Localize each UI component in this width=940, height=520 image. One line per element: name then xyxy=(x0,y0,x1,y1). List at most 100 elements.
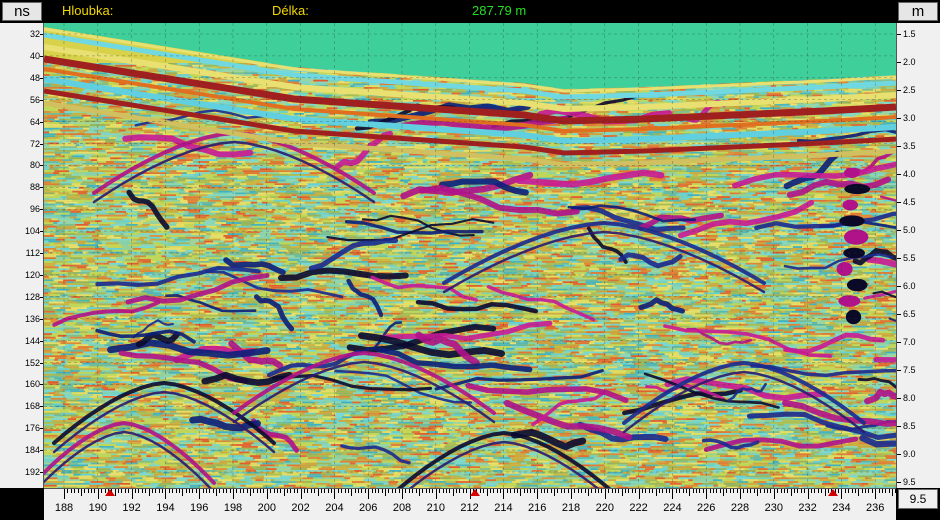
texture-cell xyxy=(99,138,105,141)
texture-cell xyxy=(649,168,665,171)
texture-cell xyxy=(173,107,184,110)
texture-cell xyxy=(273,159,285,161)
texture-cell xyxy=(398,88,413,91)
texture-cell xyxy=(516,96,521,99)
texture-cell xyxy=(368,155,376,158)
texture-cell xyxy=(680,109,692,112)
texture-cell xyxy=(410,155,423,158)
texture-cell xyxy=(731,166,737,169)
texture-cell xyxy=(804,83,808,86)
texture-cell xyxy=(487,137,502,139)
texture-cell xyxy=(121,157,127,160)
texture-cell xyxy=(839,92,849,95)
texture-cell xyxy=(179,137,190,139)
texture-cell xyxy=(593,144,610,147)
texture-cell xyxy=(719,107,737,110)
texture-cell xyxy=(367,83,380,86)
texture-cell xyxy=(173,162,183,165)
texture-cell xyxy=(73,124,90,126)
texture-cell xyxy=(232,137,242,139)
texture-cell xyxy=(495,138,511,141)
texture-cell xyxy=(630,159,634,161)
texture-cell xyxy=(729,109,736,112)
texture-cell xyxy=(674,131,679,134)
texture-cell xyxy=(112,162,126,165)
radargram-view[interactable] xyxy=(44,23,896,488)
texture-cell xyxy=(102,116,118,119)
texture-cell xyxy=(855,146,866,149)
texture-cell xyxy=(58,109,68,112)
texture-cell xyxy=(857,144,870,147)
texture-cell xyxy=(114,161,131,163)
texture-cell xyxy=(467,94,474,97)
texture-cell xyxy=(155,144,167,147)
texture-cell xyxy=(622,90,636,93)
texture-cell xyxy=(107,107,124,110)
texture-cell xyxy=(224,124,232,126)
texture-cell xyxy=(113,109,126,112)
texture-cell xyxy=(312,137,317,139)
texture-cell xyxy=(89,127,106,130)
texture-cell xyxy=(267,109,279,112)
texture-cell xyxy=(189,159,193,161)
texture-cell xyxy=(433,101,441,104)
texture-cell xyxy=(490,118,505,121)
texture-cell xyxy=(328,81,338,84)
texture-cell xyxy=(593,146,610,149)
texture-cell xyxy=(638,101,650,104)
texture-cell xyxy=(68,166,77,169)
texture-cell xyxy=(198,133,205,136)
texture-cell xyxy=(384,159,391,161)
texture-cell xyxy=(202,122,208,124)
texture-cell xyxy=(317,114,329,117)
texture-cell xyxy=(324,105,334,108)
texture-cell xyxy=(627,101,639,104)
texture-cell xyxy=(83,127,90,130)
texture-cell xyxy=(798,162,812,165)
texture-cell xyxy=(615,168,629,171)
texture-cell xyxy=(860,148,874,150)
texture-cell xyxy=(650,122,657,124)
texture-cell xyxy=(390,159,407,161)
texture-cell xyxy=(89,157,106,160)
texture-cell xyxy=(322,92,338,95)
texture-cell xyxy=(194,88,206,91)
texture-cell xyxy=(157,146,168,149)
texture-cell xyxy=(222,68,235,71)
texture-cell xyxy=(866,87,881,89)
texture-cell xyxy=(748,153,762,156)
texture-cell xyxy=(445,164,450,167)
texture-cell xyxy=(326,83,337,86)
texture-cell xyxy=(551,157,565,160)
texture-cell xyxy=(44,161,59,163)
texture-cell xyxy=(845,113,862,115)
texture-cell xyxy=(162,116,172,119)
texture-cell xyxy=(116,122,123,124)
texture-cell xyxy=(697,131,708,134)
texture-cell xyxy=(673,109,681,112)
texture-cell xyxy=(44,113,59,115)
texture-cell xyxy=(382,155,390,158)
texture-cell xyxy=(835,161,851,163)
texture-cell xyxy=(83,153,95,156)
texture-cell xyxy=(672,164,682,167)
texture-cell xyxy=(275,133,289,136)
texture-cell xyxy=(210,66,218,69)
texture-cell xyxy=(580,144,594,147)
texture-cell xyxy=(493,166,501,169)
texture-cell xyxy=(330,155,341,158)
texture-cell xyxy=(200,157,216,160)
texture-cell xyxy=(756,118,766,121)
texture-cell xyxy=(750,118,757,121)
texture-cell xyxy=(629,166,646,169)
texture-cell xyxy=(779,148,790,150)
texture-cell xyxy=(506,168,515,171)
texture-cell xyxy=(228,70,245,73)
texture-cell xyxy=(724,109,730,112)
texture-cell xyxy=(205,79,221,82)
texture-cell xyxy=(82,135,92,137)
texture-cell xyxy=(743,138,748,141)
texture-cell xyxy=(130,87,134,89)
texture-cell xyxy=(453,164,464,167)
texture-cell xyxy=(621,144,636,147)
